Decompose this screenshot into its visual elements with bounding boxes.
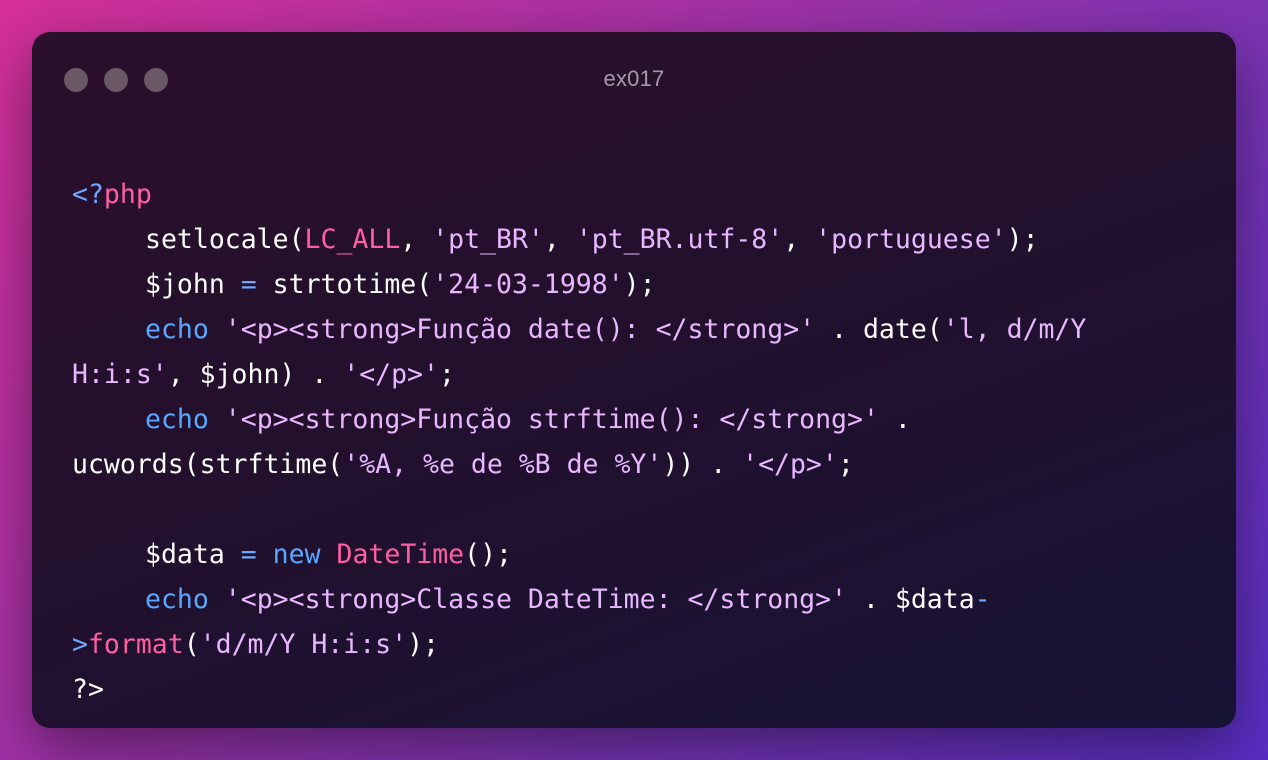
code-token: . — [878, 404, 911, 435]
code-line: echo '<p><strong>Função date(): </strong… — [72, 307, 1182, 352]
code-line: echo '<p><strong>Função strftime(): </st… — [72, 397, 1182, 442]
code-token: <? — [72, 179, 104, 210]
window-titlebar: ex017 — [32, 32, 1236, 128]
code-token: php — [103, 179, 152, 210]
code-token: (); — [464, 539, 513, 570]
code-token: '<p><strong>Função strftime(): </strong>… — [224, 404, 879, 435]
code-token: format — [87, 629, 184, 660]
window-title: ex017 — [603, 66, 665, 91]
code-token: setlocale( — [145, 224, 305, 255]
code-line: <?php — [72, 172, 1182, 217]
code-line: $john = strtotime('24-03-1998'); — [72, 262, 1182, 307]
code-token: 'pt_BR' — [432, 224, 544, 255]
code-token: , — [783, 224, 816, 255]
code-token: ; — [438, 359, 455, 390]
code-token: '</p>' — [742, 449, 838, 480]
code-line: echo '<p><strong>Classe DateTime: </stro… — [72, 577, 1182, 622]
code-token: echo — [145, 584, 209, 615]
code-token: $john — [145, 269, 225, 300]
code-token: 'l, d/m/Y — [942, 314, 1087, 345]
code-block[interactable]: <?php setlocale(LC_ALL, 'pt_BR', 'pt_BR.u… — [72, 172, 1182, 712]
code-token: $data — [145, 539, 225, 570]
code-token: ucwords(strftime( — [72, 449, 344, 480]
code-token: ; — [837, 449, 854, 480]
code-token: '</p>' — [343, 359, 439, 390]
code-line: ?> — [72, 667, 1182, 712]
code-token: '%A, %e de %B de %Y' — [343, 449, 663, 480]
code-token: ?> — [72, 674, 104, 705]
code-token: ( — [183, 629, 200, 660]
code-line: ucwords(strftime('%A, %e de %B de %Y')) … — [72, 442, 1182, 487]
code-token: '24-03-1998' — [432, 269, 624, 300]
code-token: ); — [1006, 224, 1039, 255]
code-token: new — [272, 539, 321, 570]
code-token: '<p><strong>Função date(): </strong>' — [224, 314, 816, 345]
code-window: ex017 <?php setlocale(LC_ALL, 'pt_BR', 'p… — [32, 32, 1236, 728]
code-token: ); — [407, 629, 440, 660]
code-token: > — [72, 629, 88, 660]
code-line: H:i:s', $john) . '</p>'; — [72, 352, 1182, 397]
code-token: - — [974, 584, 991, 615]
code-token: . date( — [815, 314, 943, 345]
code-token: DateTime — [336, 539, 465, 570]
code-token: , — [543, 224, 576, 255]
code-token: )) . — [662, 449, 743, 480]
code-token: strtotime( — [272, 269, 433, 300]
code-token: 'pt_BR.utf-8' — [575, 224, 784, 255]
code-token: , — [400, 224, 433, 255]
code-token: echo — [145, 404, 209, 435]
code-token: . $data — [847, 584, 975, 615]
code-token: ); — [623, 269, 656, 300]
code-token: , $john) . — [167, 359, 344, 390]
code-line: setlocale(LC_ALL, 'pt_BR', 'pt_BR.utf-8'… — [72, 217, 1182, 262]
code-token: 'd/m/Y H:i:s' — [199, 629, 408, 660]
code-token: H:i:s' — [72, 359, 168, 390]
code-token: LC_ALL — [304, 224, 401, 255]
code-line: >format('d/m/Y H:i:s'); — [72, 622, 1182, 667]
code-token: '<p><strong>Classe DateTime: </strong>' — [224, 584, 848, 615]
code-token: = — [224, 539, 273, 570]
code-token: = — [224, 269, 273, 300]
code-token: echo — [145, 314, 209, 345]
code-token: 'portuguese' — [815, 224, 1007, 255]
code-line: $data = new DateTime(); — [72, 532, 1182, 577]
